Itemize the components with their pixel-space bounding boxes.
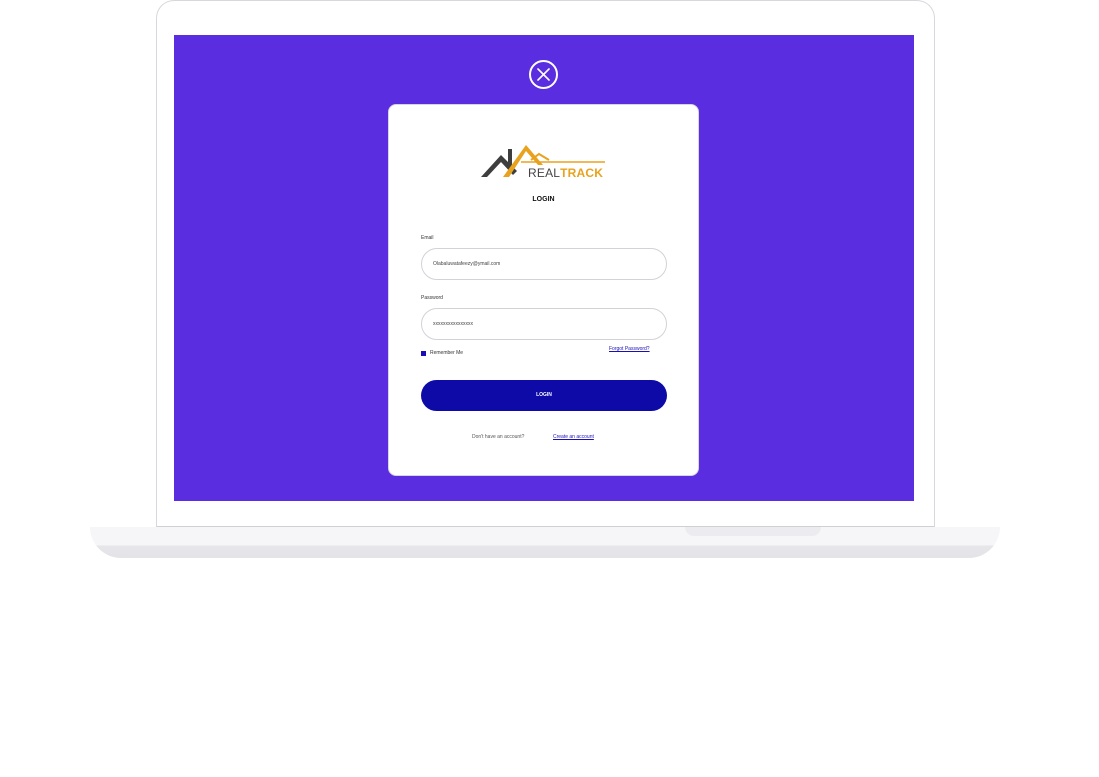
close-button[interactable] (529, 60, 558, 89)
laptop-notch (685, 527, 821, 536)
email-field[interactable]: Olabaluwatafeezy@ymail.com (421, 248, 667, 280)
logo-word-track: TRACK (560, 166, 604, 180)
email-label: Email (421, 235, 434, 241)
login-card: REALTRACK LOGIN Email Olabaluwatafeezy@y… (388, 104, 699, 476)
password-field[interactable]: xxxxxxxxxxxxxxxx (421, 308, 667, 340)
laptop-base (90, 527, 1000, 558)
login-title: LOGIN (532, 196, 555, 203)
remember-me-label: Remember Me (430, 350, 464, 356)
remember-me[interactable]: Remember Me (421, 349, 463, 357)
forgot-password-link[interactable]: Forgot Password? (609, 346, 650, 352)
signup-prompt: Don't have an account? (472, 434, 525, 440)
login-button[interactable]: LOGIN (421, 380, 667, 411)
logo-word-real: REAL (528, 166, 561, 180)
create-account-link[interactable]: Create an account (553, 434, 594, 440)
close-circle-icon (537, 68, 550, 81)
password-label: Password (421, 295, 443, 301)
logo-wordmark: REALTRACK (528, 166, 603, 180)
remember-me-checkbox[interactable] (421, 350, 426, 356)
